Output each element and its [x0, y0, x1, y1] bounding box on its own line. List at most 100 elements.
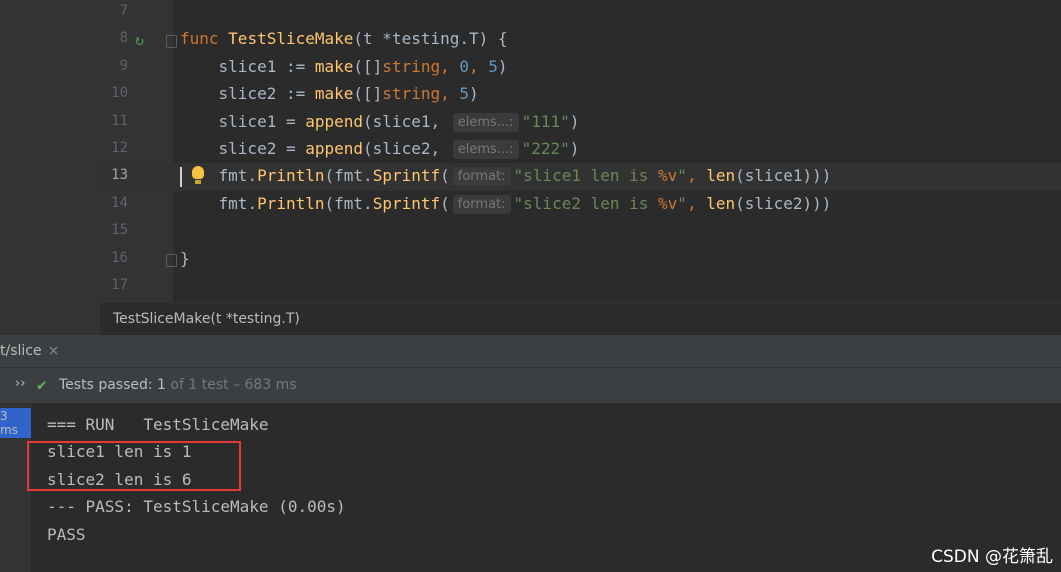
- code-token: func: [180, 29, 229, 49]
- fold-close-icon[interactable]: [166, 254, 177, 267]
- line-number: 16: [111, 249, 128, 266]
- code-token: "111": [521, 111, 570, 131]
- code-token: Sprintf: [372, 193, 441, 213]
- tests-passed-label: Tests passed:: [59, 377, 158, 393]
- code-token: make: [314, 56, 354, 76]
- parameter-hint: elems...:: [452, 112, 519, 132]
- lightbulb-icon[interactable]: [192, 166, 204, 179]
- breadcrumb[interactable]: TestSliceMake(t *testing.T): [113, 311, 300, 327]
- code-token: %v: [658, 166, 678, 186]
- code-token: ): [497, 56, 508, 76]
- code-token: .: [247, 166, 258, 186]
- code-token: .: [247, 193, 258, 213]
- code-token: ,: [469, 56, 489, 76]
- tests-status: Tests passed: 1 of 1 test – 683 ms: [59, 377, 297, 393]
- code-token: make: [314, 84, 354, 104]
- expand-icon[interactable]: ››: [15, 376, 25, 391]
- tab-label: t/slice: [0, 343, 42, 359]
- code-line[interactable]: slice2 := make([]string, 5): [180, 80, 479, 107]
- breadcrumb-bar: TestSliceMake(t *testing.T): [100, 302, 1061, 336]
- check-icon: ✔: [37, 375, 47, 394]
- line-number: 14: [111, 194, 128, 211]
- code-token: fmt: [218, 193, 248, 213]
- console-line: PASS: [47, 525, 86, 544]
- code-token: "slice2 len is: [513, 193, 659, 213]
- test-status-bar: ›› ✔ Tests passed: 1 of 1 test – 683 ms: [0, 368, 1061, 404]
- code-token: 0: [459, 56, 469, 76]
- code-token: string: [382, 84, 441, 104]
- parameter-hint: format:: [452, 167, 511, 187]
- code-token: "slice1 len is: [513, 166, 659, 186]
- code-token: %v: [658, 193, 678, 213]
- code-token: (slice1))): [735, 166, 832, 186]
- code-token: 5: [488, 56, 498, 76]
- line-number: 10: [111, 85, 128, 102]
- tab-run-config[interactable]: t/slice ×: [0, 335, 67, 367]
- code-token: (slice2,: [363, 139, 450, 158]
- code-line[interactable]: slice1 = append(slice1, elems...: "111"): [180, 108, 579, 135]
- code-line[interactable]: func TestSliceMake(t *testing.T) {: [180, 25, 508, 52]
- close-icon[interactable]: ×: [48, 343, 60, 359]
- code-token: ): [469, 84, 479, 104]
- line-number: 7: [119, 3, 128, 19]
- watermark: CSDN @花箫乱: [931, 547, 1053, 567]
- fold-open-icon[interactable]: [166, 35, 177, 48]
- code-token: slice1 =: [180, 111, 306, 131]
- text-cursor: [180, 167, 182, 187]
- code-token: ,: [686, 193, 707, 213]
- code-token: ,: [686, 166, 707, 186]
- parameter-hint: elems...:: [452, 140, 519, 159]
- line-number: 12: [111, 140, 128, 156]
- line-number: 8: [119, 30, 128, 47]
- code-line[interactable]: slice2 = append(slice2, elems...: "222"): [180, 135, 579, 162]
- line-number: 17: [111, 277, 128, 293]
- code-line[interactable]: fmt.Println(fmt.Sprintf(format: "slice1 l…: [180, 162, 831, 189]
- code-line[interactable]: }: [180, 245, 190, 272]
- code-token: TestSliceMake: [228, 29, 354, 49]
- code-token: (: [440, 166, 450, 186]
- code-line[interactable]: slice1 := make([]string, 0, 5): [180, 53, 508, 80]
- code-token: ([]: [353, 56, 383, 76]
- line-number: 13: [111, 167, 128, 184]
- line-number: 9: [119, 57, 128, 74]
- code-token: ": [677, 166, 687, 186]
- highlight-box: [27, 441, 241, 491]
- code-token: Println: [257, 166, 325, 186]
- code-token: string: [382, 56, 441, 76]
- code-token: (fmt.: [324, 193, 373, 213]
- code-token: (t *testing.T) {: [353, 29, 508, 49]
- code-token: (fmt.: [324, 166, 373, 186]
- code-token: ): [569, 139, 580, 158]
- code-token: }: [180, 248, 190, 268]
- code-token: len: [706, 166, 736, 186]
- code-token: len: [706, 193, 736, 213]
- code-token: ): [569, 111, 580, 131]
- run-tab-bar: t/slice ×: [0, 335, 1061, 368]
- tests-passed-detail: of 1 test – 683 ms: [165, 377, 297, 393]
- code-token: ([]: [353, 84, 383, 104]
- code-token: ,: [440, 84, 460, 104]
- code-token: slice2 =: [180, 139, 306, 158]
- run-test-icon[interactable]: ↻: [135, 31, 153, 49]
- code-token: (slice2))): [735, 193, 832, 213]
- code-token: slice2 :=: [180, 84, 315, 104]
- line-number: 15: [111, 222, 128, 239]
- code-line[interactable]: fmt.Println(fmt.Sprintf(format: "slice2 l…: [180, 190, 831, 217]
- code-token: append: [305, 139, 364, 158]
- tests-passed-count: 1: [157, 377, 166, 393]
- test-tree-item[interactable]: 3 ms: [0, 408, 31, 438]
- console-line: --- PASS: TestSliceMake (0.00s): [47, 497, 346, 516]
- project-panel-edge: [0, 0, 100, 335]
- code-token: 5: [459, 84, 469, 104]
- code-token: (slice1,: [363, 111, 450, 131]
- console-line: === RUN TestSliceMake: [47, 415, 269, 434]
- code-token: (: [440, 193, 450, 213]
- code-token: ": [677, 193, 687, 213]
- code-token: fmt: [218, 166, 248, 186]
- code-token: append: [305, 111, 364, 131]
- parameter-hint: format:: [452, 194, 511, 214]
- code-token: ,: [440, 56, 460, 76]
- code-token: Sprintf: [372, 166, 441, 186]
- code-token: Println: [257, 193, 325, 213]
